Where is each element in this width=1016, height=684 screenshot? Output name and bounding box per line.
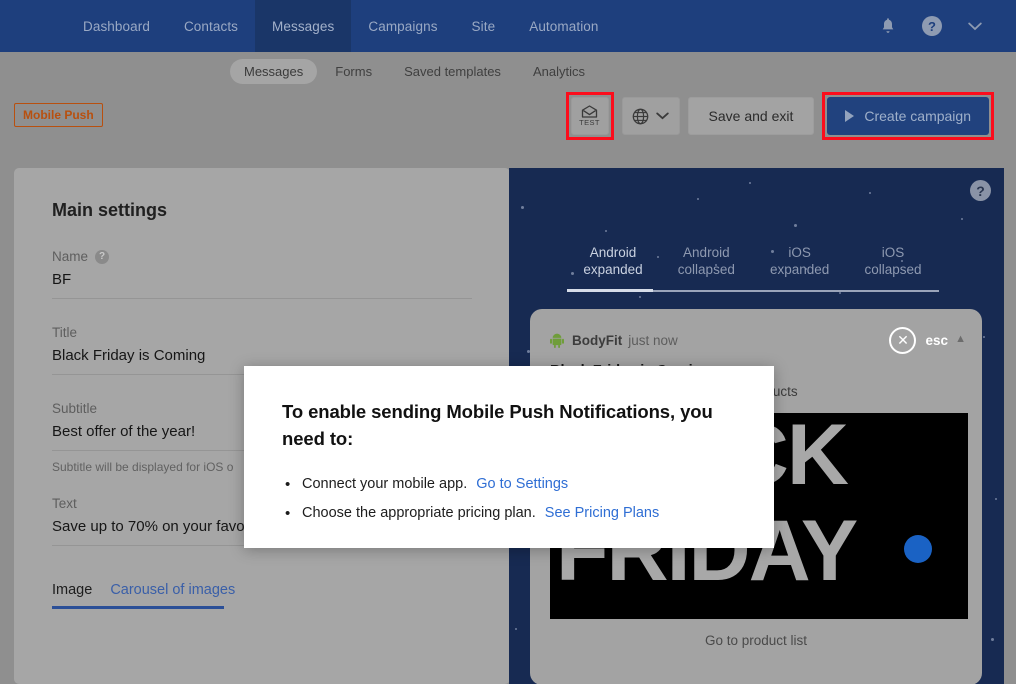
subnav-item-analytics[interactable]: Analytics — [519, 59, 599, 84]
test-button-highlight: TEST — [565, 92, 614, 140]
app-root: Dashboard Contacts Messages Campaigns Si… — [0, 0, 1016, 684]
field-subtitle-label-text: Subtitle — [52, 401, 98, 416]
create-campaign-button[interactable]: Create campaign — [827, 97, 989, 135]
save-and-exit-button[interactable]: Save and exit — [687, 97, 815, 135]
nav-item-site[interactable]: Site — [455, 0, 513, 52]
notification-timestamp: just now — [628, 333, 678, 348]
device-tab-android-collapsed-line1: Android — [683, 245, 730, 260]
main-nav-items: Dashboard Contacts Messages Campaigns Si… — [66, 0, 616, 52]
go-to-settings-link[interactable]: Go to Settings — [476, 476, 568, 492]
create-campaign-label: Create campaign — [864, 108, 971, 124]
help-circle-icon[interactable]: ? — [922, 16, 942, 36]
device-tab-android-expanded-line2: expanded — [583, 262, 643, 277]
esc-label: esc — [925, 333, 948, 348]
nav-item-messages[interactable]: Messages — [255, 0, 352, 52]
modal-item-1-text: Choose the appropriate pricing plan. — [302, 505, 536, 521]
sub-nav-items: Messages Forms Saved templates Analytics — [230, 58, 599, 84]
image-source-tabs: Image Carousel of images — [52, 582, 472, 606]
top-nav-right-icons: ? — [880, 16, 1016, 36]
enable-mobile-push-modal: To enable sending Mobile Push Notificati… — [244, 366, 774, 548]
image-tabs-underline — [52, 606, 224, 609]
globe-icon — [632, 108, 649, 124]
field-title-label-text: Title — [52, 325, 78, 340]
see-pricing-plans-link[interactable]: See Pricing Plans — [545, 505, 659, 521]
envelope-test-icon — [581, 105, 598, 118]
name-help-icon[interactable]: ? — [95, 249, 110, 264]
status-badge-mobile-push: Mobile Push — [14, 103, 103, 127]
account-chevron-down-icon[interactable] — [968, 22, 982, 31]
language-selector-button[interactable] — [621, 97, 680, 135]
tab-image[interactable]: Image — [52, 582, 92, 606]
device-tab-ios-collapsed-line2: collapsed — [864, 262, 922, 277]
device-preview-tabs: Android expanded Android collapsed iOS e… — [567, 244, 939, 278]
device-tab-ios-expanded-line2: expanded — [770, 262, 830, 277]
device-tab-android-collapsed[interactable]: Android collapsed — [660, 244, 752, 278]
help-glyph: ? — [922, 16, 942, 36]
device-tabs-active-indicator — [567, 289, 653, 292]
modal-item-0-text: Connect your mobile app. — [302, 476, 468, 492]
top-navigation-bar: Dashboard Contacts Messages Campaigns Si… — [0, 0, 1016, 52]
device-tab-ios-expanded-line1: iOS — [788, 245, 811, 260]
play-triangle-icon — [845, 110, 855, 122]
create-campaign-highlight: Create campaign — [822, 92, 994, 140]
test-button-label: TEST — [579, 118, 600, 127]
field-name-label: Name ? — [52, 249, 472, 264]
android-robot-icon — [550, 333, 564, 348]
field-name: Name ? BF — [52, 249, 472, 299]
nav-item-contacts[interactable]: Contacts — [167, 0, 255, 52]
notification-header: BodyFit just now ✕ esc — [550, 327, 962, 354]
device-tab-android-expanded[interactable]: Android expanded — [567, 244, 659, 278]
subnav-item-saved-templates[interactable]: Saved templates — [390, 59, 515, 84]
modal-title: To enable sending Mobile Push Notificati… — [282, 401, 713, 449]
device-tab-ios-collapsed[interactable]: iOS collapsed — [847, 244, 939, 278]
field-text-label-text: Text — [52, 496, 77, 511]
list-item: Choose the appropriate pricing plan. See… — [285, 499, 736, 528]
page-title: Main settings — [52, 200, 168, 220]
notification-image-dot — [904, 535, 932, 563]
send-test-button[interactable]: TEST — [570, 97, 609, 135]
chevron-up-icon[interactable]: ▲ — [955, 333, 966, 345]
device-tab-ios-expanded[interactable]: iOS expanded — [754, 244, 846, 278]
notifications-bell-icon[interactable] — [880, 17, 896, 35]
preview-close-group[interactable]: ✕ esc — [889, 327, 948, 354]
list-item: Connect your mobile app. Go to Settings — [285, 470, 736, 499]
device-tab-ios-collapsed-line1: iOS — [881, 245, 905, 260]
preview-help-circle-icon[interactable]: ? — [970, 180, 991, 201]
nav-item-dashboard[interactable]: Dashboard — [66, 0, 167, 52]
field-name-label-text: Name — [52, 249, 89, 264]
tab-carousel-of-images[interactable]: Carousel of images — [110, 582, 235, 606]
field-title-label: Title — [52, 325, 472, 340]
language-chevron-down-icon — [656, 112, 669, 120]
subnav-item-messages[interactable]: Messages — [230, 58, 318, 84]
device-tab-android-expanded-line1: Android — [589, 245, 637, 260]
nav-item-automation[interactable]: Automation — [512, 0, 615, 52]
nav-item-campaigns[interactable]: Campaigns — [351, 0, 454, 52]
sub-navigation-bar: Messages Forms Saved templates Analytics — [0, 52, 1016, 90]
notification-app-name: BodyFit — [572, 333, 623, 348]
modal-requirements-list: Connect your mobile app. Go to Settings … — [282, 470, 736, 528]
device-tab-android-collapsed-line2: collapsed — [677, 262, 735, 277]
notification-action-button[interactable]: Go to product list — [550, 633, 962, 648]
action-buttons-group: TEST Save and exit Create campaign — [565, 92, 994, 140]
name-input[interactable]: BF — [52, 271, 472, 299]
subnav-item-forms[interactable]: Forms — [321, 59, 386, 84]
close-circle-icon[interactable]: ✕ — [889, 327, 917, 354]
